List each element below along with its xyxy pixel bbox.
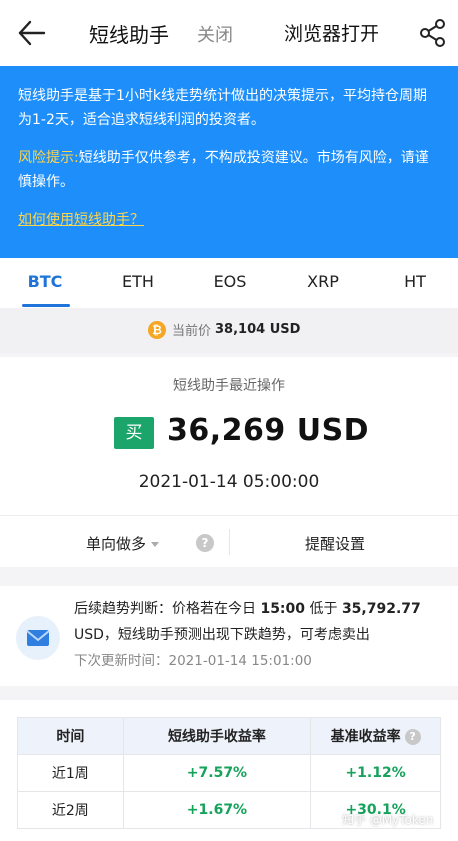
next-update: 下次更新时间：2021-01-14 15:01:00 <box>74 649 312 669</box>
help-icon[interactable]: ? <box>196 534 214 552</box>
next-update-label: 下次更新时间： <box>74 653 169 669</box>
page-title: 短线助手 <box>89 23 169 47</box>
header-period: 时间 <box>17 717 124 755</box>
vertical-divider <box>229 529 230 555</box>
trend-suffix: USD，短线助手预测出现下跌趋势，可考虑卖出 <box>74 627 370 643</box>
mode-dropdown[interactable]: 单向做多 <box>86 533 160 554</box>
tab-xrp[interactable]: XRP <box>293 272 353 291</box>
next-update-time: 2021-01-14 15:01:00 <box>168 653 312 669</box>
trend-middle: 低于 <box>309 601 338 617</box>
divider <box>0 515 458 516</box>
trend-prefix: 后续趋势判断：价格若在今日 <box>74 601 256 617</box>
benchmark-return-cell: +1.12% <box>310 754 441 792</box>
assistant-return-cell: +1.67% <box>122 791 312 829</box>
top-bar: 短线助手 关闭 浏览器打开 <box>0 0 458 66</box>
current-price-bar: ₿ 当前价 38,104 USD <box>0 308 458 353</box>
open-in-browser-button[interactable]: 浏览器打开 <box>284 19 379 46</box>
operation-price: 36,269 USD <box>167 413 370 448</box>
mode-label: 单向做多 <box>86 535 147 553</box>
mail-icon <box>26 630 50 646</box>
period-cell: 近1周 <box>17 754 124 792</box>
bitcoin-icon: ₿ <box>148 320 166 339</box>
current-price-label: 当前价 <box>172 324 212 339</box>
watermark: 知乎 @MyToken <box>342 813 434 827</box>
trend-judgement: 后续趋势判断：价格若在今日 15:00 低于 35,792.77 USD，短线助… <box>74 596 448 648</box>
info-banner: 短线助手是基于1小时k线走势统计做出的决策提示，平均持仓周期为1-2天，适合追求… <box>0 66 458 258</box>
tab-btc[interactable]: BTC <box>15 272 75 291</box>
active-tab-indicator <box>22 304 70 307</box>
table-header-row: 时间 短线助手收益率 基准收益率? <box>17 717 441 755</box>
close-button[interactable]: 关闭 <box>197 21 233 47</box>
risk-text: 短线助手仅供参考，不构成投资建议。市场有风险，请谨慎操作。 <box>18 150 429 190</box>
current-price-value: 38,104 USD <box>215 322 301 337</box>
trend-price: 35,792.77 <box>341 601 421 617</box>
buy-badge: 买 <box>114 417 154 449</box>
back-button[interactable] <box>16 18 48 48</box>
chevron-down-icon <box>151 542 160 547</box>
operation-time: 2021-01-14 05:00:00 <box>138 472 320 492</box>
share-button[interactable] <box>418 17 448 49</box>
trend-icon-badge <box>16 616 60 660</box>
alert-settings-button[interactable]: 提醒设置 <box>305 533 365 554</box>
table-row: 近1周 +7.57% +1.12% <box>17 754 441 792</box>
trend-card: 后续趋势判断：价格若在今日 15:00 低于 35,792.77 USD，短线助… <box>0 586 458 686</box>
recent-operation-card: 短线助手最近操作 买 36,269 USD 2021-01-14 05:00:0… <box>0 357 458 567</box>
tab-eos[interactable]: EOS <box>200 272 260 291</box>
help-icon[interactable]: ? <box>404 729 421 745</box>
header-benchmark-return: 基准收益率? <box>310 717 441 755</box>
tab-ht[interactable]: HT <box>385 272 445 291</box>
assistant-return-cell: +7.57% <box>122 754 312 792</box>
header-assistant-return: 短线助手收益率 <box>122 717 312 755</box>
how-to-use-link[interactable]: 如何使用短线助手？ <box>18 212 144 228</box>
risk-label: 风险提示: <box>18 150 79 166</box>
trend-time: 15:00 <box>260 601 306 617</box>
period-cell: 近2周 <box>17 791 124 829</box>
header-benchmark-label: 基准收益率 <box>330 729 401 745</box>
recent-operation-title: 短线助手最近操作 <box>173 378 285 394</box>
banner-description: 短线助手是基于1小时k线走势统计做出的决策提示，平均持仓周期为1-2天，适合追求… <box>18 88 428 128</box>
risk-warning: 风险提示:短线助手仅供参考，不构成投资建议。市场有风险，请谨慎操作。 <box>18 146 440 194</box>
share-icon <box>420 19 445 47</box>
arrow-left-icon <box>18 20 46 46</box>
tab-eth[interactable]: ETH <box>108 272 168 291</box>
coin-tabs: BTC ETH EOS XRP HT <box>0 258 458 308</box>
